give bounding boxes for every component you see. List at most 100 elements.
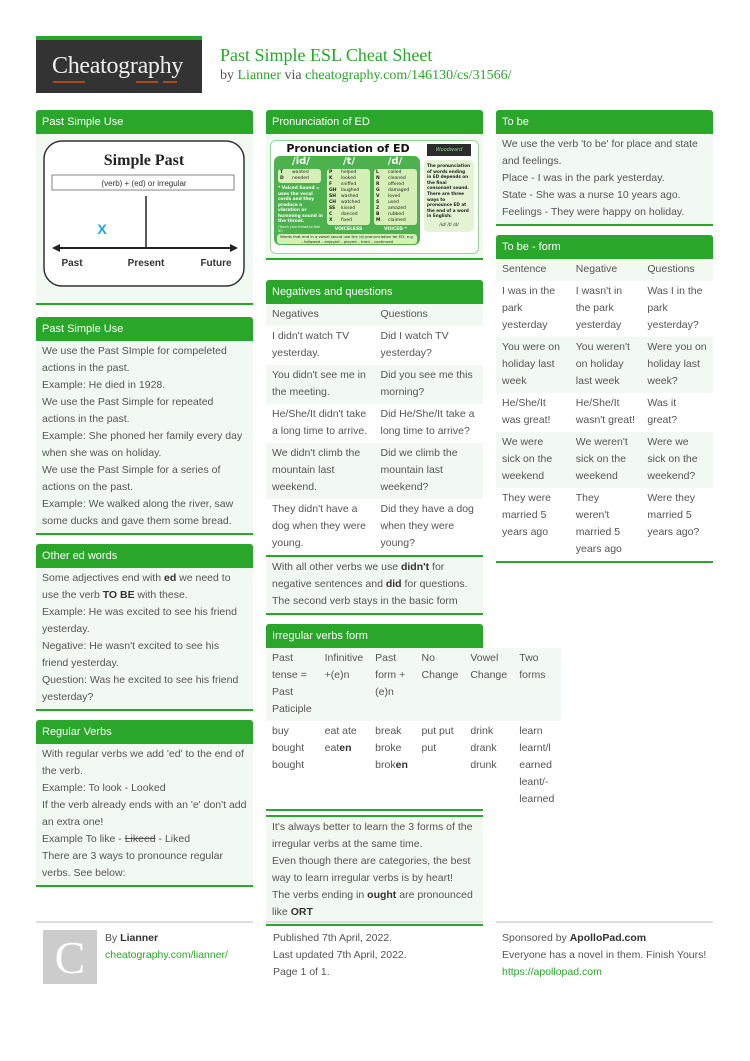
footer-publish-info: Published 7th April, 2022. Last updated … [273,930,407,981]
table-row: You were on holiday last week You weren't… [496,337,713,393]
section-title: Irregular verbs form [266,624,483,648]
pronunciation-example: Dneeded [280,176,309,181]
section-title: Pronunciation of ED [266,110,483,134]
pronunciation-example: Mclaimed [376,218,406,223]
section-body: With regular verbs we add 'ed' to the en… [36,744,253,887]
column-header: Questions [374,304,483,326]
text-line: Example To like - Likeed - Liked [42,833,191,845]
table-header-row: Negatives Questions [266,304,483,326]
table-row: We didn't climb the mountain last weeken… [266,443,483,499]
column-3: To be We use the verb 'to be' for place … [496,110,713,572]
column-2: Pronunciation of ED Pronunciation of ED … [266,110,561,935]
irregular-verbs-table: Past tense = Past Paticiple Infinitive +… [266,648,561,811]
simple-past-timeline-diagram: Simple Past (verb) + (ed) or irregular X… [43,140,245,287]
text-line: Example: He was excited to see his frien… [42,606,237,635]
text-line: We use the Past SImple for compeleted ac… [42,345,227,374]
byline: by Lianner via cheatography.com/146130/c… [220,68,512,83]
to-be-form-table: Sentence Negative Questions I was in the… [496,259,713,561]
section-note: With all other verbs we use didn't for n… [266,557,483,615]
logo-text: Cheatography [52,53,184,79]
group-label-d: /d/ [387,156,403,167]
group-id-list: Twanted Dneeded [278,169,321,183]
section-regular-verbs: Regular Verbs With regular verbs we add … [36,720,253,887]
section-to-be-form: To be - form Sentence Negative Questions… [496,235,713,563]
table-row: buy bought bought eat ate eaten break br… [266,721,561,811]
published-date: Published 7th April, 2022. [273,932,393,944]
footer-author: By Lianner cheatography.com/lianner/ [105,930,228,964]
page-title[interactable]: Past Simple ESL Cheat Sheet [220,45,432,66]
column-header: Past form + (e)n [369,648,416,721]
text-line: Feelings - They were happy on holiday. [502,206,685,218]
table-row: He/She/It didn't take a long time to arr… [266,404,483,443]
cheatography-logo[interactable]: Cheatography [36,36,202,93]
pronunciation-infographic: Pronunciation of ED Woodward /id/ /t/ /d… [270,140,479,254]
section-rule [36,303,253,305]
group-label-t: /t/ [342,156,356,167]
section-rule [496,561,713,563]
diagram-heading: Simple Past [104,152,185,169]
footer-sponsor: Sponsored by ApolloPad.com Everyone has … [502,930,712,981]
text-line: Negative: He wasn't excited to see his f… [42,640,220,669]
section-pronunciation-of-ed: Pronunciation of ED Pronunciation of ED … [266,110,483,260]
table-row: I didn't watch TV yesterday. Did I watch … [266,326,483,365]
section-title: To be [496,110,713,134]
timeline-label-future: Future [200,258,232,269]
author-link[interactable]: Lianner [238,68,282,83]
text-line: Example: He died in 1928. [42,379,166,391]
woodward-badge: Woodward [427,144,471,156]
column-header: Negatives [266,304,375,326]
table-header-row: Past tense = Past Paticiple Infinitive +… [266,648,561,721]
table-row: I was in the park yesterday I wasn't in t… [496,281,713,337]
section-body: We use the verb 'to be' for place and st… [496,134,713,226]
text-line: We use the Past Simple for a series of a… [42,464,221,493]
group-label-id: /id/ [292,156,310,167]
column-header: Two forms [513,648,561,721]
logo-underline [136,81,158,83]
column-header: Vowel Change [464,648,514,721]
text-line: Some adjectives end with ed we need to u… [42,572,231,601]
section-title: Other ed words [36,544,253,568]
section-negatives-and-questions: Negatives and questions Negatives Questi… [266,280,483,615]
column-header: Past tense = Past Paticiple [266,648,319,721]
sponsor-name[interactable]: ApolloPad.com [570,932,646,944]
text-line: Place - I was in the park yesterday. [502,172,665,184]
footer-author-name[interactable]: Lianner [120,932,158,944]
updated-date: Last updated 7th April, 2022. [273,949,407,961]
section-past-simple-use: Past Simple Use We use the Past SImple f… [36,317,253,535]
section-body: We use the Past SImple for compeleted ac… [36,341,253,535]
section-rule [266,809,483,811]
column-header: No Change [415,648,465,721]
voiced-label: VOICED * [384,227,407,232]
formula-text: (verb) + (ed) or irregular [101,179,186,188]
footer-divider [496,921,713,923]
column-header: Infinitive +(e)n [318,648,370,721]
logo-underline [53,81,85,83]
table-row: You didn't see me in the meeting. Did you… [266,365,483,404]
section-title: To be - form [496,235,713,259]
timeline-label-past: Past [61,258,83,269]
side-note: The pronunciation of words ending in ED … [424,160,474,232]
text-line: With regular verbs we add 'ed' to the en… [42,748,244,777]
table-row: They were married 5 years ago They weren'… [496,488,713,561]
section-title: Regular Verbs [36,720,253,744]
table-row: We were sick on the weekend We weren't si… [496,432,713,488]
author-avatar[interactable]: C [43,930,97,984]
pronunciation-example: Xfixed [329,218,352,223]
section-other-ed-words: Other ed words Some adjectives end with … [36,544,253,711]
column-header: Sentence [496,259,570,281]
section-irregular-verbs-form: Irregular verbs form Past tense = Past P… [266,624,561,926]
sheet-url-link[interactable]: cheatography.com/146130/cs/31566/ [305,68,511,83]
table-row: He/She/It was great! He/She/It wasn't gre… [496,393,713,432]
section-past-simple-diagram: Past Simple Use Simple Past (verb) + (ed… [36,110,253,305]
irregular-verbs-table-wrap: Past tense = Past Paticiple Infinitive +… [266,648,561,811]
infographic-title: Pronunciation of ED [286,142,410,155]
column-1: Past Simple Use Simple Past (verb) + (ed… [36,110,253,896]
event-marker-x: X [97,221,107,237]
table-row: They didn't have a dog when they were yo… [266,499,483,555]
column-header: Negative [569,259,642,281]
sponsor-link[interactable]: https://apollopad.com [502,964,712,981]
section-note: It's always better to learn the 3 forms … [266,815,483,926]
vowel-note: Words that end in a vowel sound use the … [277,234,417,244]
author-profile-link[interactable]: cheatography.com/lianner/ [105,947,228,964]
text-line: Question: Was he excited to see his frie… [42,674,239,703]
